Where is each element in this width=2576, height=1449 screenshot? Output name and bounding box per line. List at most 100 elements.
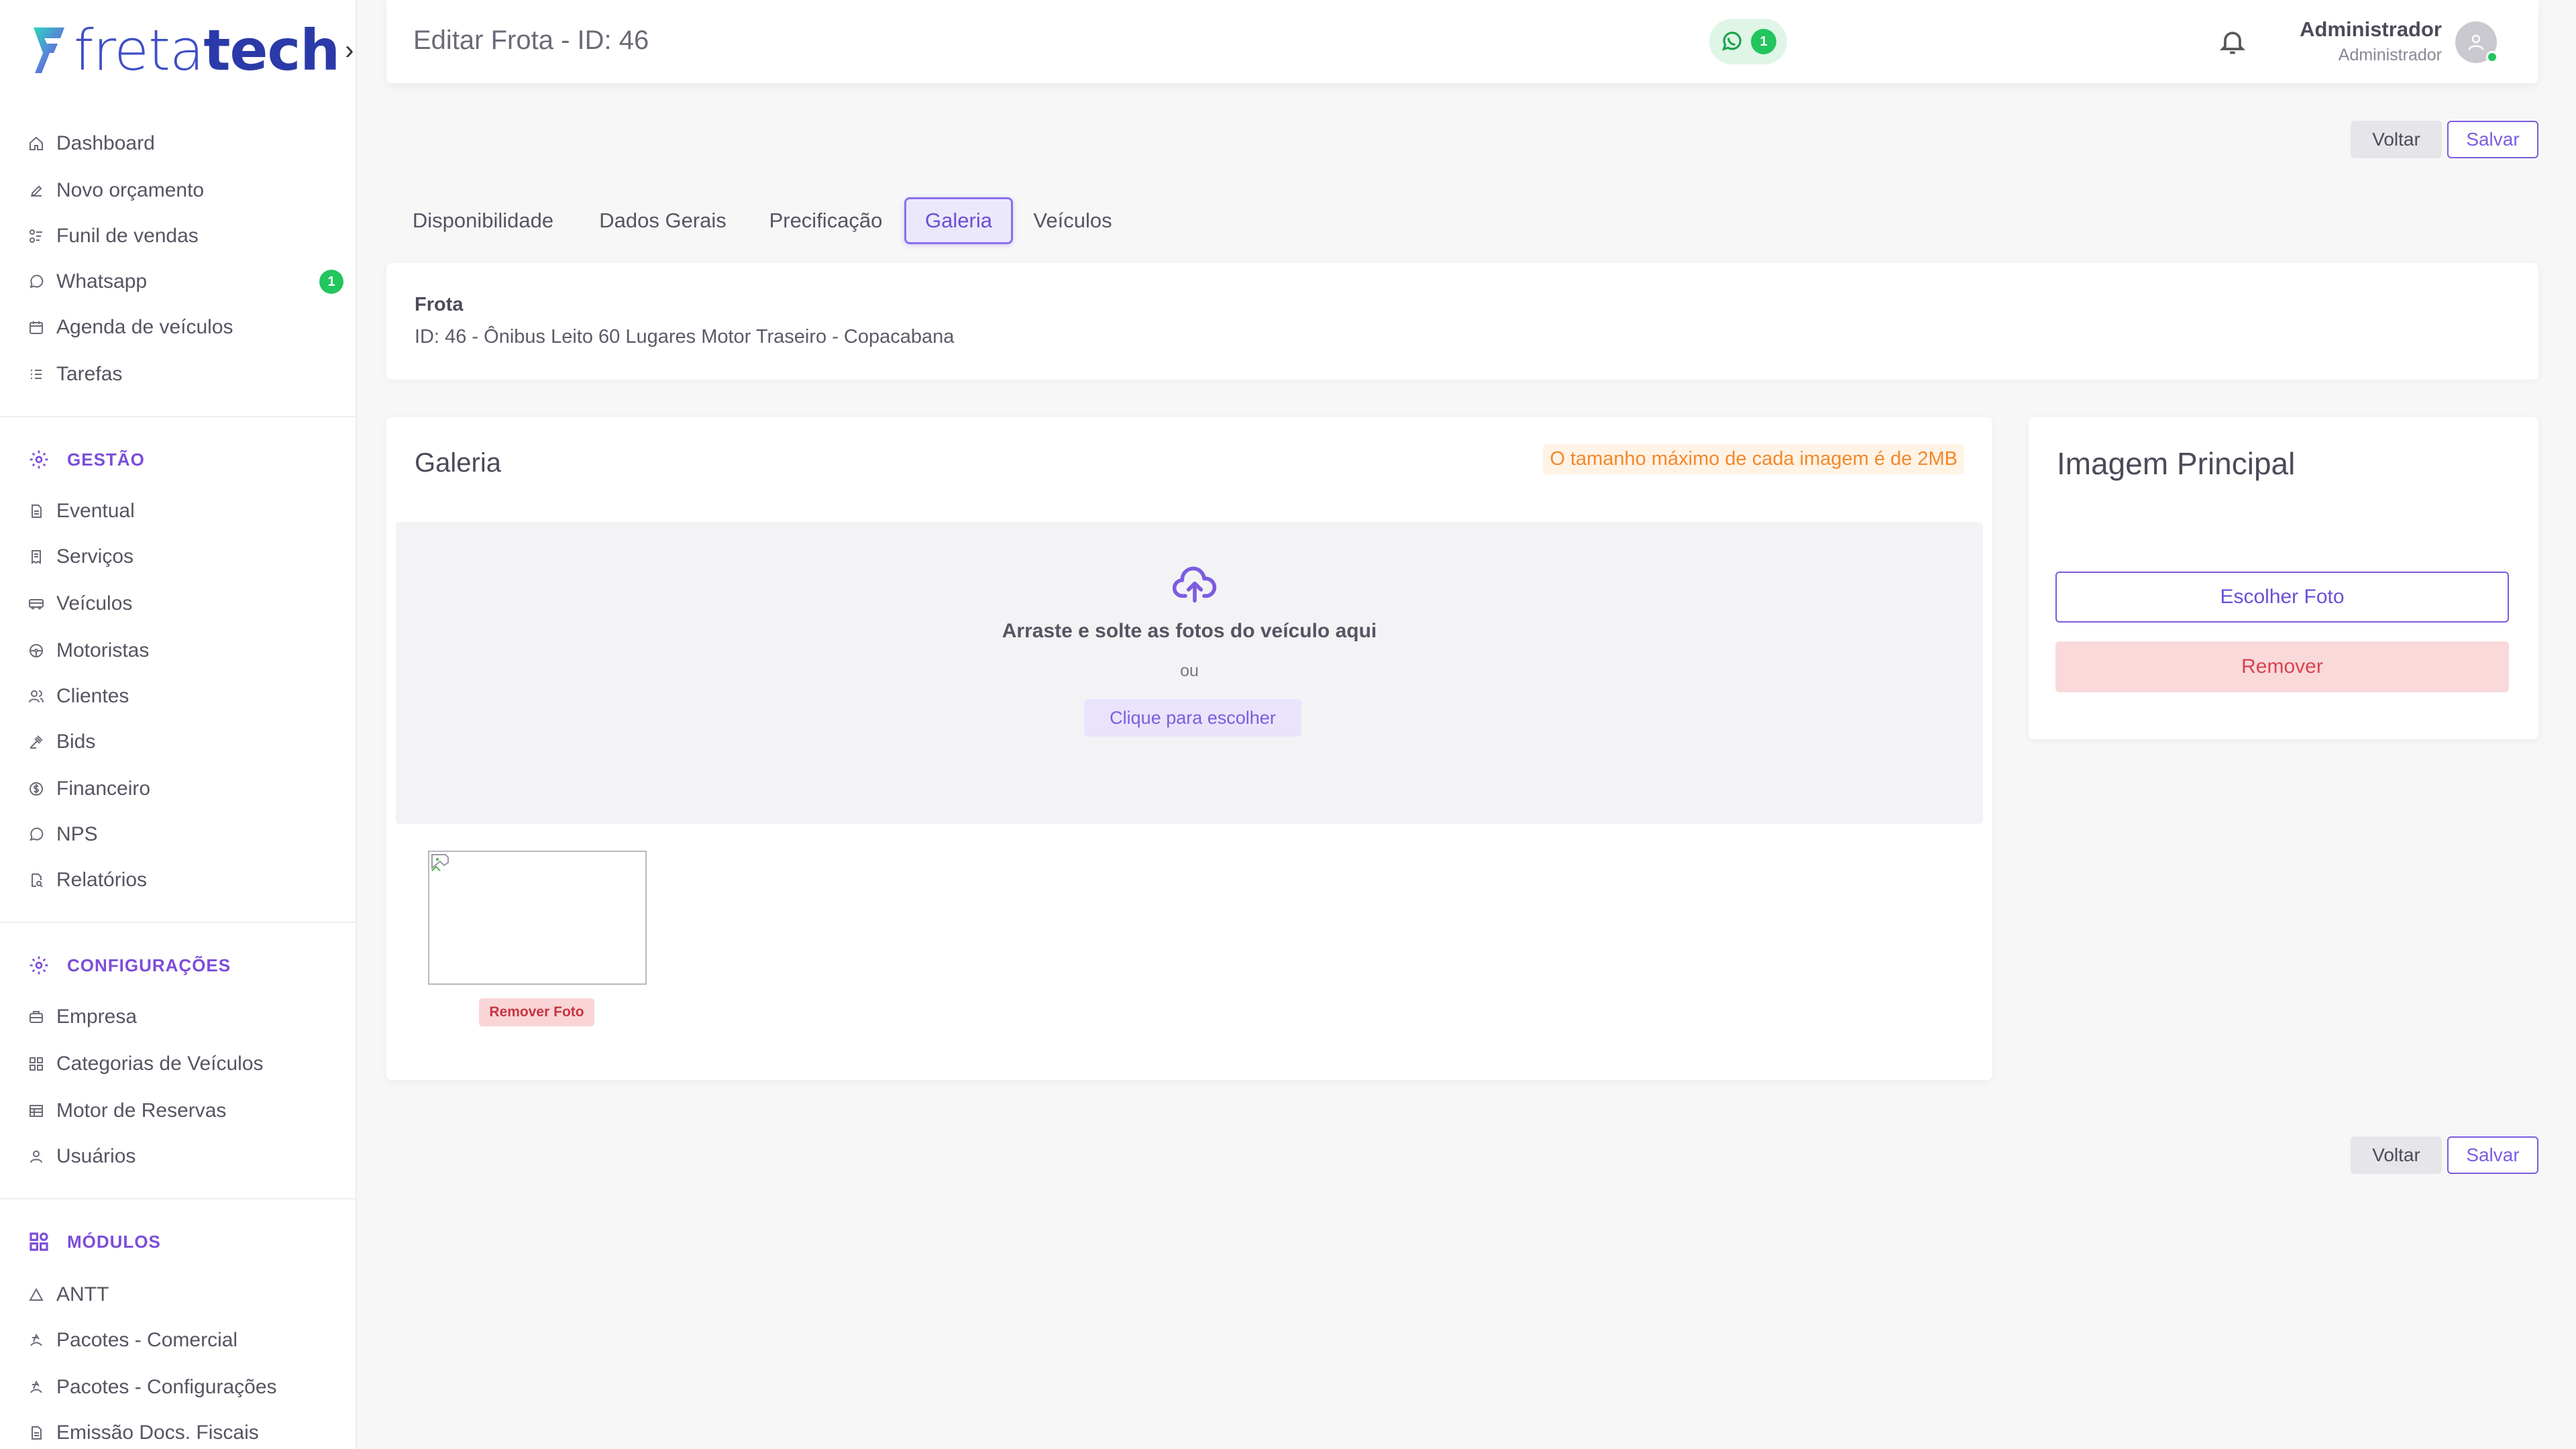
choose-files-button[interactable]: Clique para escolher: [1084, 699, 1301, 737]
sidebar-item-financeiro[interactable]: Financeiro: [28, 773, 343, 805]
dropzone-or: ou: [1180, 661, 1199, 680]
apps-icon: [30, 1232, 48, 1251]
remove-main-image-button[interactable]: Remover: [2055, 641, 2509, 692]
sidebar-divider: [0, 922, 357, 923]
sidebar-item-label: ANTT: [56, 1283, 109, 1305]
bus-icon: [29, 599, 44, 610]
cloud-upload-icon: [1173, 566, 1217, 603]
sidebar-item-relatorios[interactable]: Relatórios: [28, 864, 343, 896]
sidebar-item-label: NPS: [56, 823, 98, 845]
tab-precificacao[interactable]: Precificação: [757, 197, 895, 244]
section-configuracoes: CONFIGURAÇÕES: [28, 949, 231, 982]
sidebar-item-novo-orcamento[interactable]: Novo orçamento: [28, 174, 343, 207]
sidebar-item-label: Dashboard: [56, 132, 155, 154]
triangle-icon: [29, 1287, 44, 1301]
sidebar-item-label: Categorias de Veículos: [56, 1053, 264, 1075]
home-icon: [30, 136, 43, 150]
edit-icon: [31, 185, 42, 197]
sidebar-item-label: Empresa: [56, 1006, 138, 1028]
gavel-icon: [30, 735, 43, 749]
gallery-photo-thumbnail[interactable]: [428, 851, 647, 985]
sidebar-item-emissao[interactable]: Emissão Docs. Fiscais: [28, 1417, 343, 1449]
sidebar: fretatech › Dashboard Novo orçamento Fun…: [0, 0, 357, 1449]
sidebar-item-pacotes-comercial[interactable]: Pacotes - Comercial: [28, 1324, 343, 1356]
sidebar-item-agenda[interactable]: Agenda de veículos: [28, 311, 343, 343]
sidebar-item-label: Emissão Docs. Fiscais: [56, 1421, 259, 1444]
sidebar-item-whatsapp[interactable]: Whatsapp 1: [28, 266, 343, 298]
tab-dados-gerais[interactable]: Dados Gerais: [589, 197, 737, 244]
receipt-icon: [32, 550, 41, 564]
sidebar-divider: [0, 1198, 357, 1199]
calendar-icon: [30, 321, 43, 334]
user-icon: [2468, 34, 2484, 50]
gear-icon: [30, 450, 48, 469]
user-icon: [30, 1150, 42, 1163]
sidebar-item-label: Agenda de veículos: [56, 316, 233, 338]
bell-icon[interactable]: [2218, 25, 2247, 58]
save-button-bottom[interactable]: Salvar: [2447, 1136, 2538, 1174]
sidebar-item-tarefas[interactable]: Tarefas: [28, 358, 343, 390]
topbar: Editar Frota - ID: 46 1 Administrador Ad…: [386, 0, 2538, 83]
sidebar-item-servicos[interactable]: Serviços: [28, 541, 343, 573]
gallery-size-note: O tamanho máximo de cada imagem é de 2MB: [1543, 444, 1964, 474]
chevron-right-icon[interactable]: ›: [345, 36, 354, 66]
sidebar-item-label: Financeiro: [56, 777, 151, 800]
sidebar-item-label: Motoristas: [56, 639, 150, 661]
user-role: Administrador: [2338, 46, 2442, 64]
list-icon: [31, 370, 42, 379]
sidebar-item-motor-reservas[interactable]: Motor de Reservas: [28, 1095, 343, 1127]
sidebar-item-label: Whatsapp: [56, 270, 148, 292]
user-name: Administrador: [2300, 17, 2442, 41]
page-title: Editar Frota - ID: 46: [413, 25, 649, 55]
sidebar-item-label: Serviços: [56, 545, 134, 568]
sidebar-item-label: Relatórios: [56, 869, 148, 891]
sidebar-item-bids[interactable]: Bids: [28, 726, 343, 758]
sidebar-item-dashboard[interactable]: Dashboard: [28, 127, 343, 160]
choose-photo-button[interactable]: Escolher Foto: [2055, 572, 2509, 623]
sidebar-item-empresa[interactable]: Empresa: [28, 1001, 343, 1033]
tab-galeria[interactable]: Galeria: [904, 197, 1013, 244]
section-title: CONFIGURAÇÕES: [67, 955, 231, 975]
logo[interactable]: fretatech ›: [28, 20, 354, 80]
user-info[interactable]: Administrador Administrador: [2300, 17, 2442, 65]
remove-photo-button[interactable]: Remover Foto: [479, 998, 594, 1026]
funnel-icon: [30, 229, 42, 243]
sidebar-item-pacotes-config[interactable]: Pacotes - Configurações: [28, 1371, 343, 1403]
sidebar-divider: [0, 416, 357, 417]
tab-disponibilidade[interactable]: Disponibilidade: [396, 197, 570, 244]
sidebar-item-veiculos[interactable]: Veículos: [28, 588, 343, 620]
sidebar-item-eventual[interactable]: Eventual: [28, 495, 343, 527]
save-button[interactable]: Salvar: [2447, 121, 2538, 158]
logo-text: fretatech: [74, 22, 340, 78]
section-modulos: MÓDULOS: [28, 1225, 161, 1258]
frota-label: Frota: [415, 294, 464, 315]
sidebar-item-label: Motor de Reservas: [56, 1099, 227, 1122]
frota-card: Frota ID: 46 - Ônibus Leito 60 Lugares M…: [386, 263, 2538, 380]
sidebar-item-label: Tarefas: [56, 363, 123, 385]
sidebar-item-funil[interactable]: Funil de vendas: [28, 220, 343, 252]
section-title: GESTÃO: [67, 449, 145, 470]
frota-value: ID: 46 - Ônibus Leito 60 Lugares Motor T…: [415, 326, 955, 347]
sidebar-item-label: Clientes: [56, 685, 129, 707]
photo-dropzone[interactable]: Arraste e solte as fotos do veículo aqui…: [396, 522, 1983, 824]
logo-text-bold: tech: [203, 17, 340, 83]
sidebar-item-motoristas[interactable]: Motoristas: [28, 635, 343, 667]
sidebar-item-antt[interactable]: ANTT: [28, 1279, 343, 1311]
gallery-title: Galeria: [415, 448, 501, 478]
main-image-card: Imagem Principal Escolher Foto Remover: [2029, 417, 2538, 739]
avatar[interactable]: [2455, 21, 2498, 63]
sidebar-item-categorias[interactable]: Categorias de Veículos: [28, 1048, 343, 1080]
grid-icon: [30, 1057, 43, 1071]
whatsapp-button[interactable]: 1: [1709, 19, 1787, 64]
gallery-card: Galeria O tamanho máximo de cada imagem …: [386, 417, 1992, 1080]
tab-veiculos[interactable]: Veículos: [1022, 197, 1123, 244]
back-button[interactable]: Voltar: [2351, 121, 2442, 158]
sidebar-item-label: Pacotes - Configurações: [56, 1376, 277, 1398]
back-button-bottom[interactable]: Voltar: [2351, 1136, 2442, 1174]
sidebar-item-usuarios[interactable]: Usuários: [28, 1140, 343, 1173]
sidebar-item-label: Bids: [56, 731, 96, 753]
sidebar-item-clientes[interactable]: Clientes: [28, 680, 343, 712]
logo-mark-icon: [34, 28, 64, 73]
whatsapp-badge: 1: [319, 270, 343, 294]
sidebar-item-nps[interactable]: NPS: [28, 818, 343, 851]
